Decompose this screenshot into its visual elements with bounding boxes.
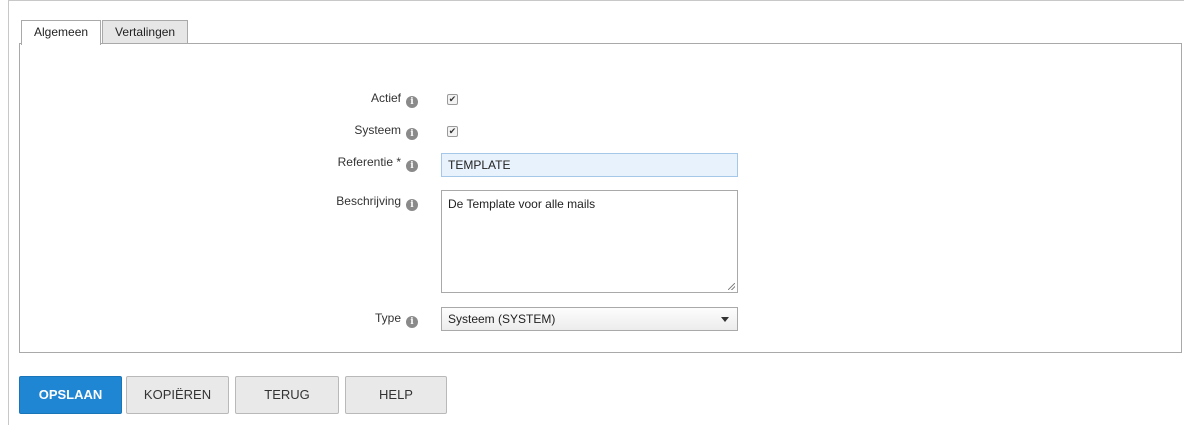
beschrijving-value: De Template voor alle mails: [448, 197, 596, 211]
tab-vertalingen[interactable]: Vertalingen: [102, 20, 189, 44]
tab-algemeen[interactable]: Algemeen: [21, 20, 102, 45]
copy-button[interactable]: KOPIËREN: [126, 376, 229, 414]
tab-bar: Algemeen Vertalingen: [21, 20, 189, 45]
systeem-label: Systeem: [354, 123, 401, 137]
systeem-checkbox[interactable]: ✔: [447, 126, 458, 137]
info-icon[interactable]: i: [406, 160, 418, 172]
type-selected-value: Systeem (SYSTEM): [448, 312, 556, 326]
type-label-row: Type i: [375, 311, 418, 328]
chevron-down-icon: [721, 317, 729, 322]
label-column: Actief i Systeem i Referentie * i Beschrijv…: [20, 44, 418, 352]
checkmark-icon: ✔: [448, 126, 457, 136]
referentie-label-row: Referentie * i: [338, 155, 418, 172]
beschrijving-label: Beschrijving: [336, 194, 401, 208]
beschrijving-label-row: Beschrijving i: [336, 194, 418, 211]
type-select[interactable]: Systeem (SYSTEM): [441, 307, 738, 331]
back-button[interactable]: TERUG: [235, 376, 339, 414]
referentie-input[interactable]: TEMPLATE: [441, 153, 738, 177]
referentie-label: Referentie *: [337, 155, 401, 169]
save-button[interactable]: OPSLAAN: [19, 376, 122, 414]
type-label: Type: [374, 311, 401, 325]
beschrijving-textarea[interactable]: De Template voor alle mails: [441, 190, 738, 293]
info-icon[interactable]: i: [406, 316, 418, 328]
checkmark-icon: ✔: [448, 94, 457, 104]
help-button[interactable]: HELP: [345, 376, 447, 414]
tab-panel-algemeen: Actief i Systeem i Referentie * i Beschrijv…: [19, 43, 1182, 353]
actief-label: Actief: [370, 91, 401, 105]
info-icon[interactable]: i: [406, 128, 418, 140]
actief-label-row: Actief i: [371, 91, 418, 108]
info-icon[interactable]: i: [406, 199, 418, 211]
resize-grip-icon[interactable]: [728, 283, 735, 290]
actief-checkbox[interactable]: ✔: [447, 94, 458, 105]
info-icon[interactable]: i: [406, 96, 418, 108]
systeem-label-row: Systeem i: [354, 123, 418, 140]
